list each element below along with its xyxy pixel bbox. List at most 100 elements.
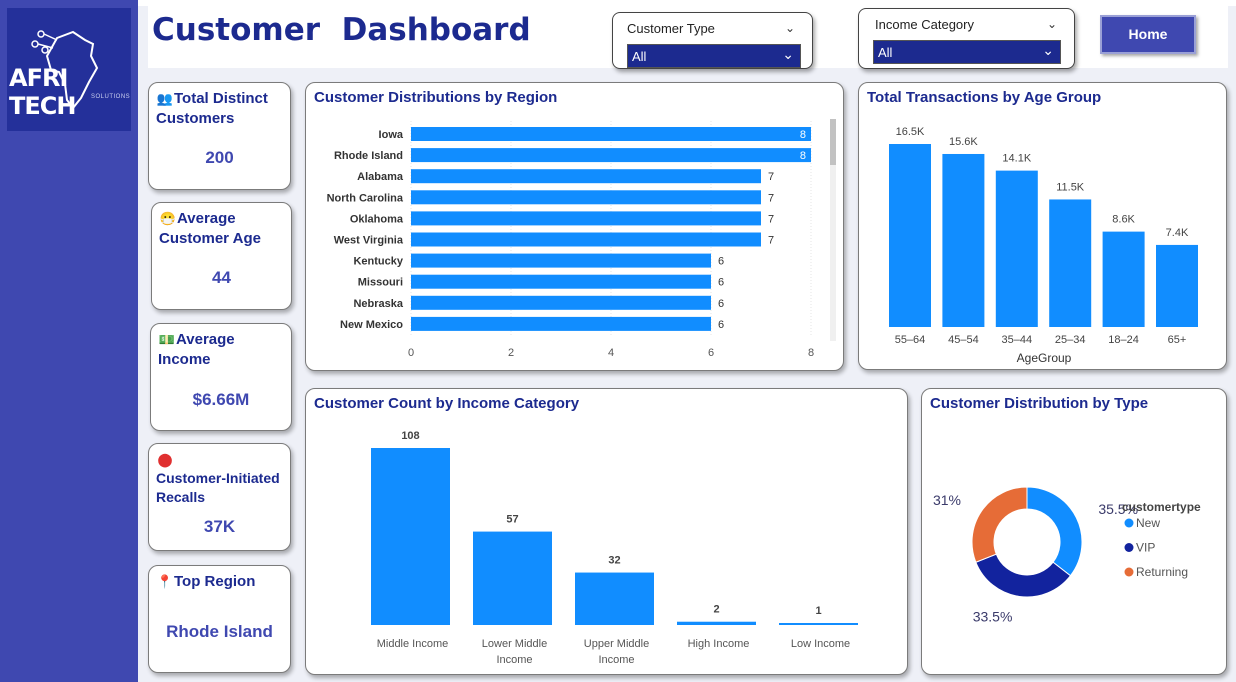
bar <box>411 316 711 331</box>
x-tick-label: High Income <box>688 638 750 650</box>
data-label: 15.6K <box>949 136 978 148</box>
data-label: 6 <box>718 298 724 310</box>
home-button[interactable]: Home <box>1100 15 1196 54</box>
bar <box>942 153 985 327</box>
y-tick-label: Kentucky <box>353 256 403 268</box>
kpi-value: Rhode Island <box>166 622 273 641</box>
x-tick-label: 6 <box>708 347 714 359</box>
x-tick-label: 8 <box>808 347 814 359</box>
bar <box>677 621 756 625</box>
x-tick-label: 65+ <box>1168 334 1187 346</box>
x-tick-label: 0 <box>408 347 414 359</box>
legend-title: customertype <box>1122 500 1201 514</box>
data-label: 31% <box>933 492 961 508</box>
age-chart-card: Total Transactions by Age Group 16.5K 55–… <box>858 82 1227 370</box>
data-label: 6 <box>718 319 724 331</box>
x-tick-label: 35–44 <box>1002 334 1033 346</box>
legend-item: Returning <box>1136 565 1188 579</box>
data-label: 7 <box>768 213 774 225</box>
kpi-title: ⬤ Customer-Initiated Recalls <box>156 452 280 505</box>
bar <box>575 572 654 625</box>
bar <box>411 295 711 310</box>
bar <box>473 531 552 625</box>
bar <box>371 448 450 625</box>
data-label: 7 <box>768 192 774 204</box>
type-chart: 35.5%33.5%31% customertypeNewVIPReturning <box>933 486 1201 624</box>
data-label: 8 <box>800 150 806 162</box>
y-tick-label: West Virginia <box>334 235 404 247</box>
data-label: 6 <box>718 277 724 289</box>
donut-slice <box>1026 486 1083 577</box>
bar <box>411 190 761 205</box>
x-tick-label: Lower Middle <box>482 638 547 650</box>
x-tick-label: 25–34 <box>1055 334 1086 346</box>
type-chart-card: Customer Distribution by Type 35.5% 33.5%… <box>921 388 1227 675</box>
x-tick-label: Income <box>598 654 634 666</box>
data-label: 8.6K <box>1112 214 1135 226</box>
x-tick-label: 45–54 <box>948 334 979 346</box>
kpi-customer-recalls: ⬤ Customer-Initiated Recalls 37K <box>148 443 291 551</box>
bar <box>1102 231 1145 327</box>
legend-item: New <box>1136 516 1160 530</box>
face-icon: 😷 <box>159 211 177 226</box>
legend-marker <box>1124 518 1134 528</box>
y-tick-label: New Mexico <box>340 319 403 331</box>
income-category-value: All <box>878 45 893 60</box>
bar <box>995 170 1038 327</box>
dashboard-root: AFRI TECH SOLUTIONS Customer Dashboard C… <box>0 0 1236 682</box>
income-chart-card: Customer Count by Income Category 108 Mid… <box>305 388 908 675</box>
data-label: 16.5K <box>896 126 925 138</box>
bar <box>1049 199 1092 327</box>
kpi-total-customers: 👥Total Distinct Customers 200 <box>148 82 291 190</box>
y-tick-label: Iowa <box>379 129 404 141</box>
company-logo: AFRI TECH SOLUTIONS <box>7 8 131 131</box>
stop-icon: ⬤ <box>157 452 173 467</box>
kpi-average-income: 💵Average Income $6.66M <box>150 323 292 431</box>
customer-type-dropdown[interactable]: All ⌄ <box>627 44 801 68</box>
data-label: 11.5K <box>1056 181 1085 193</box>
bar <box>411 253 711 268</box>
legend-marker <box>1124 567 1134 577</box>
data-label: 7 <box>768 171 774 183</box>
page-title: Customer Dashboard <box>152 12 531 48</box>
legend-marker <box>1124 543 1134 552</box>
kpi-average-age: 😷Average Customer Age 44 <box>151 202 292 310</box>
chevron-down-icon[interactable]: ⌄ <box>785 21 795 35</box>
scrollbar-thumb[interactable] <box>830 119 836 165</box>
x-tick-label: 18–24 <box>1108 334 1139 346</box>
x-axis-title: AgeGroup <box>1017 351 1072 365</box>
bar <box>411 148 811 163</box>
kpi-title: 💵Average Income <box>158 331 235 368</box>
customer-type-value: All <box>632 49 647 64</box>
chevron-down-icon[interactable]: ⌄ <box>1047 17 1057 31</box>
income-category-dropdown[interactable]: All ⌄ <box>873 40 1061 64</box>
y-tick-label: Alabama <box>357 171 404 183</box>
region-chart: 0 2 4 6 8 Iowa 8 Rhode Island 8 Alabama 7 North Car… <box>327 119 836 359</box>
bar <box>1156 244 1198 327</box>
y-tick-label: Rhode Island <box>334 150 403 162</box>
kpi-value: $6.66M <box>192 390 250 409</box>
x-tick-label: 2 <box>508 347 514 359</box>
income-category-label: Income Category <box>875 17 974 32</box>
kpi-title: 👥Total Distinct Customers <box>156 90 268 127</box>
kpi-value: 200 <box>205 148 234 167</box>
income-category-slicer[interactable]: Income Category ⌄ All ⌄ <box>858 8 1075 69</box>
data-label: 1 <box>815 605 821 617</box>
kpi-top-region: 📍Top Region Rhode Island <box>148 565 291 673</box>
customer-type-slicer[interactable]: Customer Type ⌄ All ⌄ <box>612 12 813 69</box>
kpi-value: 37K <box>203 517 236 536</box>
bar <box>411 169 761 184</box>
sidebar: AFRI TECH SOLUTIONS <box>0 0 138 682</box>
data-label: 6 <box>718 256 724 268</box>
region-chart-card: Customer Distributions by Region 0 2 4 6 8 Io… <box>305 82 844 371</box>
kpi-value: 44 <box>212 268 231 287</box>
chevron-down-icon: ⌄ <box>782 46 794 62</box>
kpi-title: 📍Top Region <box>156 573 256 590</box>
y-tick-label: North Carolina <box>327 192 404 204</box>
bar <box>411 127 811 141</box>
x-tick-label: Low Income <box>791 638 850 650</box>
bar <box>411 211 761 226</box>
x-tick-label: Middle Income <box>377 638 449 650</box>
y-tick-label: Oklahoma <box>350 213 404 225</box>
chevron-down-icon: ⌄ <box>1042 42 1054 58</box>
